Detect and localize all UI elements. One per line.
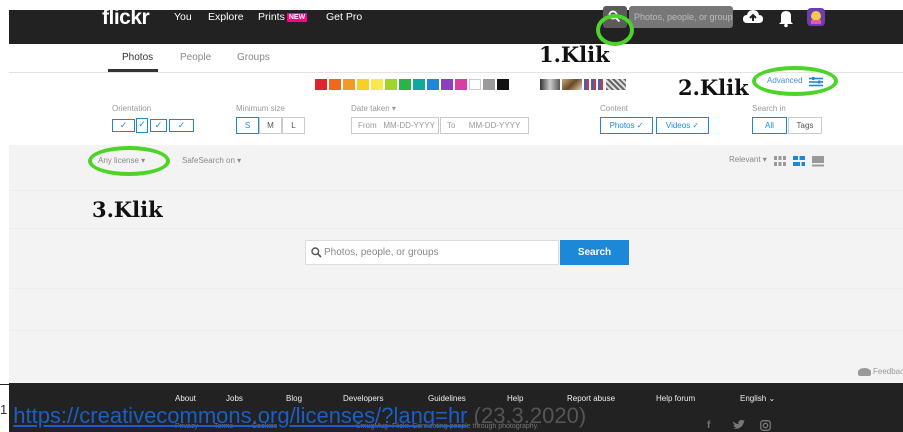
search-icon [311, 247, 322, 258]
divider [9, 228, 903, 229]
list-view-icon[interactable] [812, 154, 824, 167]
search-icon [608, 10, 621, 23]
style-swatch-depth[interactable] [562, 79, 582, 90]
twitter-icon[interactable] [733, 419, 745, 431]
nav-you[interactable]: You [174, 11, 192, 23]
avatar[interactable] [805, 5, 827, 29]
color-swatch[interactable] [455, 79, 467, 90]
feedback-link[interactable]: Feedback [873, 367, 903, 376]
footnote-separator [0, 384, 392, 385]
date-from-label: From [358, 121, 377, 130]
size-large-button[interactable]: L [282, 117, 305, 134]
color-swatch[interactable] [357, 79, 369, 90]
nav-prints-label: Prints [258, 11, 285, 23]
safesearch-dropdown[interactable]: SafeSearch on ▾ [182, 156, 241, 165]
header-search-input[interactable]: Photos, people, or groups [629, 6, 733, 28]
color-swatch[interactable] [385, 79, 397, 90]
language-selector[interactable]: English ⌄ [740, 394, 775, 403]
date-from-field[interactable]: From MM-DD-YYYY [351, 117, 439, 134]
tab-people[interactable]: People [180, 52, 211, 63]
orientation-portrait-checkbox[interactable]: ✓ [136, 118, 148, 133]
footnote-link[interactable]: https://creativecommons.org/licenses/?la… [13, 403, 467, 428]
footer-link-help-forum[interactable]: Help forum [656, 394, 695, 403]
search-in-tags-button[interactable]: Tags [788, 117, 822, 134]
size-small-button[interactable]: S [236, 117, 259, 134]
date-to-placeholder: MM-DD-YYYY [468, 121, 521, 130]
nav-explore[interactable]: Explore [208, 11, 244, 23]
annotation-step-2: 2.Klik [678, 75, 749, 100]
color-swatch[interactable] [441, 79, 453, 90]
footnote-date: (23.3.2020) [473, 403, 587, 428]
content-label: Content [600, 104, 629, 113]
divider [9, 288, 903, 289]
orientation-panorama-checkbox[interactable]: ✓ [169, 119, 194, 132]
footnote: 1 https://creativecommons.org/licenses/?l… [0, 402, 586, 429]
annotation-step-1: 1.Klik [539, 42, 610, 67]
color-swatch[interactable] [371, 79, 383, 90]
tabs-divider [9, 72, 903, 73]
orientation-landscape-checkbox[interactable]: ✓ [112, 119, 135, 132]
sliders-icon[interactable] [809, 77, 823, 87]
color-swatch[interactable] [427, 79, 439, 90]
main-search-button[interactable]: Search [560, 240, 629, 265]
date-from-placeholder: MM-DD-YYYY [383, 121, 435, 130]
feedback-icon[interactable] [858, 368, 871, 376]
annotation-step-3: 3.Klik [92, 197, 163, 222]
style-filter [540, 79, 626, 90]
footnote-number: 1 [0, 402, 8, 417]
color-filter [315, 79, 509, 90]
grid-view-icon[interactable] [774, 154, 786, 166]
color-swatch[interactable] [329, 79, 341, 90]
main-search-input[interactable]: Photos, people, or groups [305, 240, 559, 265]
content-videos-toggle[interactable]: Videos ✓ [656, 117, 709, 134]
size-medium-button[interactable]: M [259, 117, 282, 134]
main-search-placeholder: Photos, people, or groups [324, 247, 439, 258]
color-swatch[interactable] [343, 79, 355, 90]
orientation-square-checkbox[interactable]: ✓ [150, 119, 167, 132]
bell-icon[interactable] [775, 5, 797, 29]
minimum-size-label: Minimum size [236, 104, 285, 113]
date-to-label: To [447, 121, 456, 130]
color-swatch[interactable] [399, 79, 411, 90]
header-search-button[interactable] [603, 6, 627, 28]
color-swatch[interactable] [469, 79, 481, 90]
content-photos-toggle[interactable]: Photos ✓ [600, 117, 653, 134]
sort-dropdown[interactable]: Relevant ▾ [729, 155, 767, 164]
color-swatch[interactable] [497, 79, 509, 90]
color-swatch[interactable] [315, 79, 327, 90]
style-swatch-pattern[interactable] [606, 79, 626, 90]
screenshot: flickr You Explore Prints NEW Get Pro Pho… [0, 0, 903, 432]
nav-get-pro[interactable]: Get Pro [326, 11, 362, 23]
instagram-icon[interactable] [760, 420, 771, 431]
divider [9, 330, 903, 331]
style-swatch-bw[interactable] [540, 79, 560, 90]
nav-prints[interactable]: Prints NEW [258, 11, 308, 23]
style-swatch-minimal[interactable] [584, 79, 604, 90]
license-dropdown[interactable]: Any license ▾ [98, 156, 145, 165]
flickr-logo[interactable]: flickr [102, 6, 150, 30]
upload-cloud-icon[interactable] [742, 5, 764, 29]
search-in-all-button[interactable]: All [752, 117, 787, 134]
tab-photos[interactable]: Photos [122, 52, 153, 63]
new-badge: NEW [286, 13, 308, 22]
orientation-label: Orientation [112, 104, 152, 113]
divider [9, 190, 903, 191]
facebook-icon[interactable]: f [707, 420, 718, 431]
date-to-field[interactable]: To MM-DD-YYYY [440, 117, 529, 134]
date-taken-label: Date taken ▾ [351, 104, 396, 113]
advanced-link[interactable]: Advanced [767, 76, 803, 85]
tab-groups[interactable]: Groups [237, 52, 270, 63]
color-swatch[interactable] [483, 79, 495, 90]
color-swatch[interactable] [413, 79, 425, 90]
justified-view-icon[interactable] [793, 154, 805, 166]
search-in-label: Search in [752, 104, 786, 113]
